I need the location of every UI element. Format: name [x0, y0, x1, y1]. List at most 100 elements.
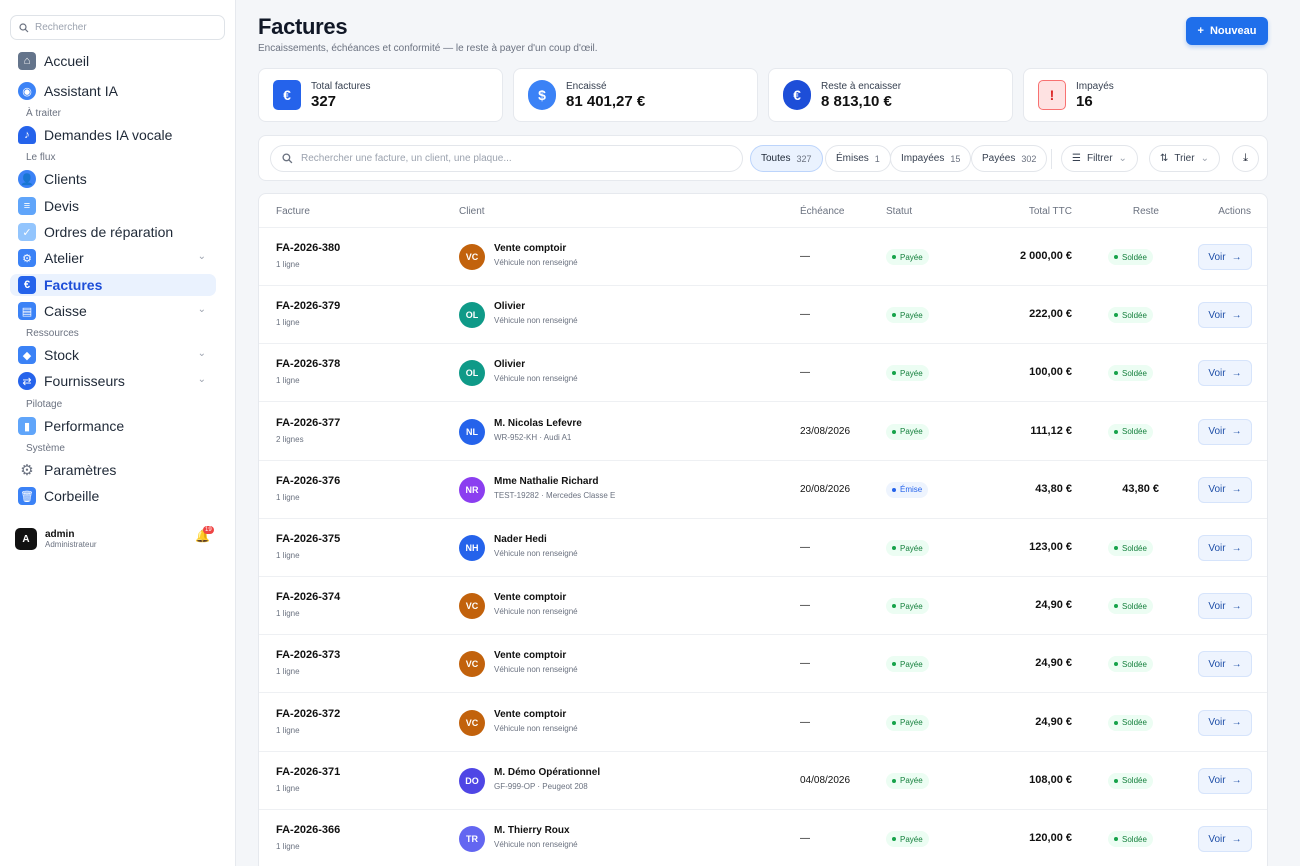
view-button[interactable]: Voir →: [1198, 651, 1252, 678]
notification-bell-icon[interactable]: 🔔 19: [195, 526, 215, 549]
sidebar-item-label: Fournisseurs: [44, 373, 125, 389]
total-ttc: 2 000,00 €: [1020, 250, 1072, 262]
view-button[interactable]: Voir →: [1198, 709, 1252, 736]
invoice-number[interactable]: FA-2026-380: [276, 242, 340, 254]
clipboard-icon: ✓: [18, 223, 36, 241]
due-date: 23/08/2026: [800, 425, 851, 437]
workshop-icon: ⚙: [18, 249, 36, 267]
filter-button[interactable]: ☰ Filtrer ⌄: [1061, 145, 1138, 172]
view-button[interactable]: Voir →: [1198, 593, 1252, 620]
sidebar-item-demandes-ia-vocale[interactable]: ♪ Demandes IA vocale: [10, 124, 216, 146]
sidebar-item-accueil[interactable]: ⌂ Accueil: [10, 50, 216, 72]
sidebar-search-input[interactable]: Rechercher: [10, 15, 225, 40]
client-name: M. Nicolas Lefevre: [494, 417, 582, 429]
tab-impayees[interactable]: Impayées 15: [890, 145, 972, 172]
view-label: Voir: [1208, 309, 1226, 321]
table-row[interactable]: FA-2026-376 1 ligne NR Mme Nathalie Richard…: [259, 461, 1267, 519]
arrow-right-icon: →: [1231, 775, 1242, 787]
invoice-number[interactable]: FA-2026-378: [276, 358, 340, 370]
invoice-search-placeholder: Rechercher une facture, un client, une p…: [301, 153, 512, 164]
euro-card-icon: €: [273, 80, 301, 110]
tab-emises[interactable]: Émises 1: [825, 145, 891, 172]
page-subtitle: Encaissements, échéances et conformité —…: [258, 43, 598, 54]
sidebar-item-ordres-de-reparation[interactable]: ✓ Ordres de réparation: [10, 221, 216, 243]
table-row[interactable]: FA-2026-372 1 ligne VC Vente comptoir Véhicu…: [259, 694, 1267, 752]
tab-count: 302: [1021, 153, 1037, 164]
sidebar-item-clients[interactable]: 👤 Clients: [10, 168, 216, 190]
sidebar-item-parametres[interactable]: ⚙ Paramètres: [10, 459, 216, 481]
col-total-ttc[interactable]: Total TTC: [1029, 206, 1072, 217]
view-button[interactable]: Voir →: [1198, 360, 1252, 387]
col-echeance[interactable]: Échéance: [800, 206, 844, 217]
client-name: Olivier: [494, 301, 526, 313]
chevron-down-icon[interactable]: ⌄: [198, 374, 206, 385]
invoice-search-input[interactable]: Rechercher une facture, un client, une p…: [270, 145, 743, 172]
invoice-number[interactable]: FA-2026-376: [276, 475, 340, 487]
invoice-number[interactable]: FA-2026-366: [276, 824, 340, 836]
sidebar-item-devis[interactable]: ≡ Devis: [10, 195, 216, 217]
view-button[interactable]: Voir →: [1198, 418, 1252, 445]
sidebar-item-atelier[interactable]: ⚙ Atelier ⌄: [10, 247, 216, 269]
chevron-down-icon[interactable]: ⌄: [198, 304, 206, 315]
status-badge: Payée: [886, 831, 929, 847]
status-dot: [892, 313, 896, 318]
view-button[interactable]: Voir →: [1198, 302, 1252, 329]
status-dot: [1114, 720, 1118, 725]
chevron-down-icon[interactable]: ⌄: [198, 251, 206, 262]
view-button[interactable]: Voir →: [1198, 476, 1252, 503]
table-row[interactable]: FA-2026-366 1 ligne TR M. Thierry Roux Véhic…: [259, 810, 1267, 866]
filter-bar: Rechercher une facture, un client, une p…: [258, 135, 1268, 181]
reste-label: Soldée: [1122, 543, 1147, 553]
invoice-number[interactable]: FA-2026-379: [276, 300, 340, 312]
client-vehicle: Véhicule non renseigné: [494, 665, 578, 675]
gear-icon: ⚙: [20, 462, 34, 479]
table-row[interactable]: FA-2026-378 1 ligne OL Olivier Véhicule non …: [259, 344, 1267, 403]
sidebar-item-corbeille[interactable]: 🗑 Corbeille: [10, 485, 216, 507]
col-client[interactable]: Client: [459, 206, 485, 217]
view-button[interactable]: Voir →: [1198, 535, 1252, 561]
table-row[interactable]: FA-2026-374 1 ligne VC Vente comptoir Véhicu…: [259, 577, 1267, 636]
sort-button[interactable]: ⇅ Trier ⌄: [1149, 145, 1220, 172]
reste-label: Soldée: [1122, 252, 1147, 262]
table-row[interactable]: FA-2026-373 1 ligne VC Vente comptoir Véhicu…: [259, 635, 1267, 694]
client-name: Mme Nathalie Richard: [494, 475, 599, 487]
sidebar-item-performance[interactable]: ▮ Performance: [10, 415, 216, 437]
chevron-down-icon[interactable]: ⌄: [198, 348, 206, 359]
tab-label: Émises: [836, 153, 869, 164]
tab-payees[interactable]: Payées 302: [971, 145, 1048, 172]
view-button[interactable]: Voir →: [1198, 767, 1252, 794]
col-facture[interactable]: Facture: [276, 206, 310, 217]
tab-toutes[interactable]: Toutes 327: [750, 145, 823, 172]
table-row[interactable]: FA-2026-380 1 ligne VC Vente comptoir Véhicu…: [259, 228, 1267, 286]
new-invoice-button[interactable]: + Nouveau: [1186, 17, 1268, 45]
table-row[interactable]: FA-2026-371 1 ligne DO M. Démo Opérationnel…: [259, 752, 1267, 810]
bell-icon: ♪: [18, 126, 36, 144]
col-statut[interactable]: Statut: [886, 206, 912, 217]
table-row[interactable]: FA-2026-377 2 lignes NL M. Nicolas Lefevre W…: [259, 403, 1267, 461]
sidebar-item-factures[interactable]: € Factures: [10, 274, 216, 296]
invoice-number[interactable]: FA-2026-373: [276, 649, 340, 661]
sidebar-item-stock[interactable]: ◆ Stock ⌄: [10, 344, 216, 366]
status-dot: [1114, 429, 1118, 434]
sidebar-item-caisse[interactable]: ▤ Caisse ⌄: [10, 300, 216, 322]
user-profile[interactable]: A admin Administrateur 🔔 19: [15, 526, 221, 552]
invoice-number[interactable]: FA-2026-372: [276, 708, 340, 720]
invoice-number[interactable]: FA-2026-374: [276, 591, 340, 603]
sidebar-item-label: Corbeille: [44, 488, 100, 504]
view-button[interactable]: Voir →: [1198, 826, 1252, 852]
client-vehicle: Véhicule non renseigné: [494, 549, 578, 558]
client-avatar: VC: [459, 244, 485, 270]
sidebar-item-fournisseurs[interactable]: ⇄ Fournisseurs ⌄: [10, 370, 216, 392]
reste-badge: Soldée: [1108, 656, 1153, 673]
invoice-number[interactable]: FA-2026-375: [276, 533, 340, 545]
invoice-number[interactable]: FA-2026-377: [276, 417, 340, 429]
view-button[interactable]: Voir →: [1198, 244, 1252, 270]
table-row[interactable]: FA-2026-379 1 ligne OL Olivier Véhicule non …: [259, 286, 1267, 345]
sidebar-item-assistant-ia[interactable]: ◉ Assistant IA: [10, 80, 216, 102]
invoice-number[interactable]: FA-2026-371: [276, 766, 340, 778]
client-name: Olivier: [494, 359, 526, 371]
col-reste[interactable]: Reste: [1133, 206, 1159, 217]
download-button[interactable]: ⤓: [1232, 145, 1259, 172]
arrow-right-icon: →: [1231, 600, 1242, 612]
table-row[interactable]: FA-2026-375 1 ligne NH Nader Hedi Véhicule n…: [259, 519, 1267, 577]
